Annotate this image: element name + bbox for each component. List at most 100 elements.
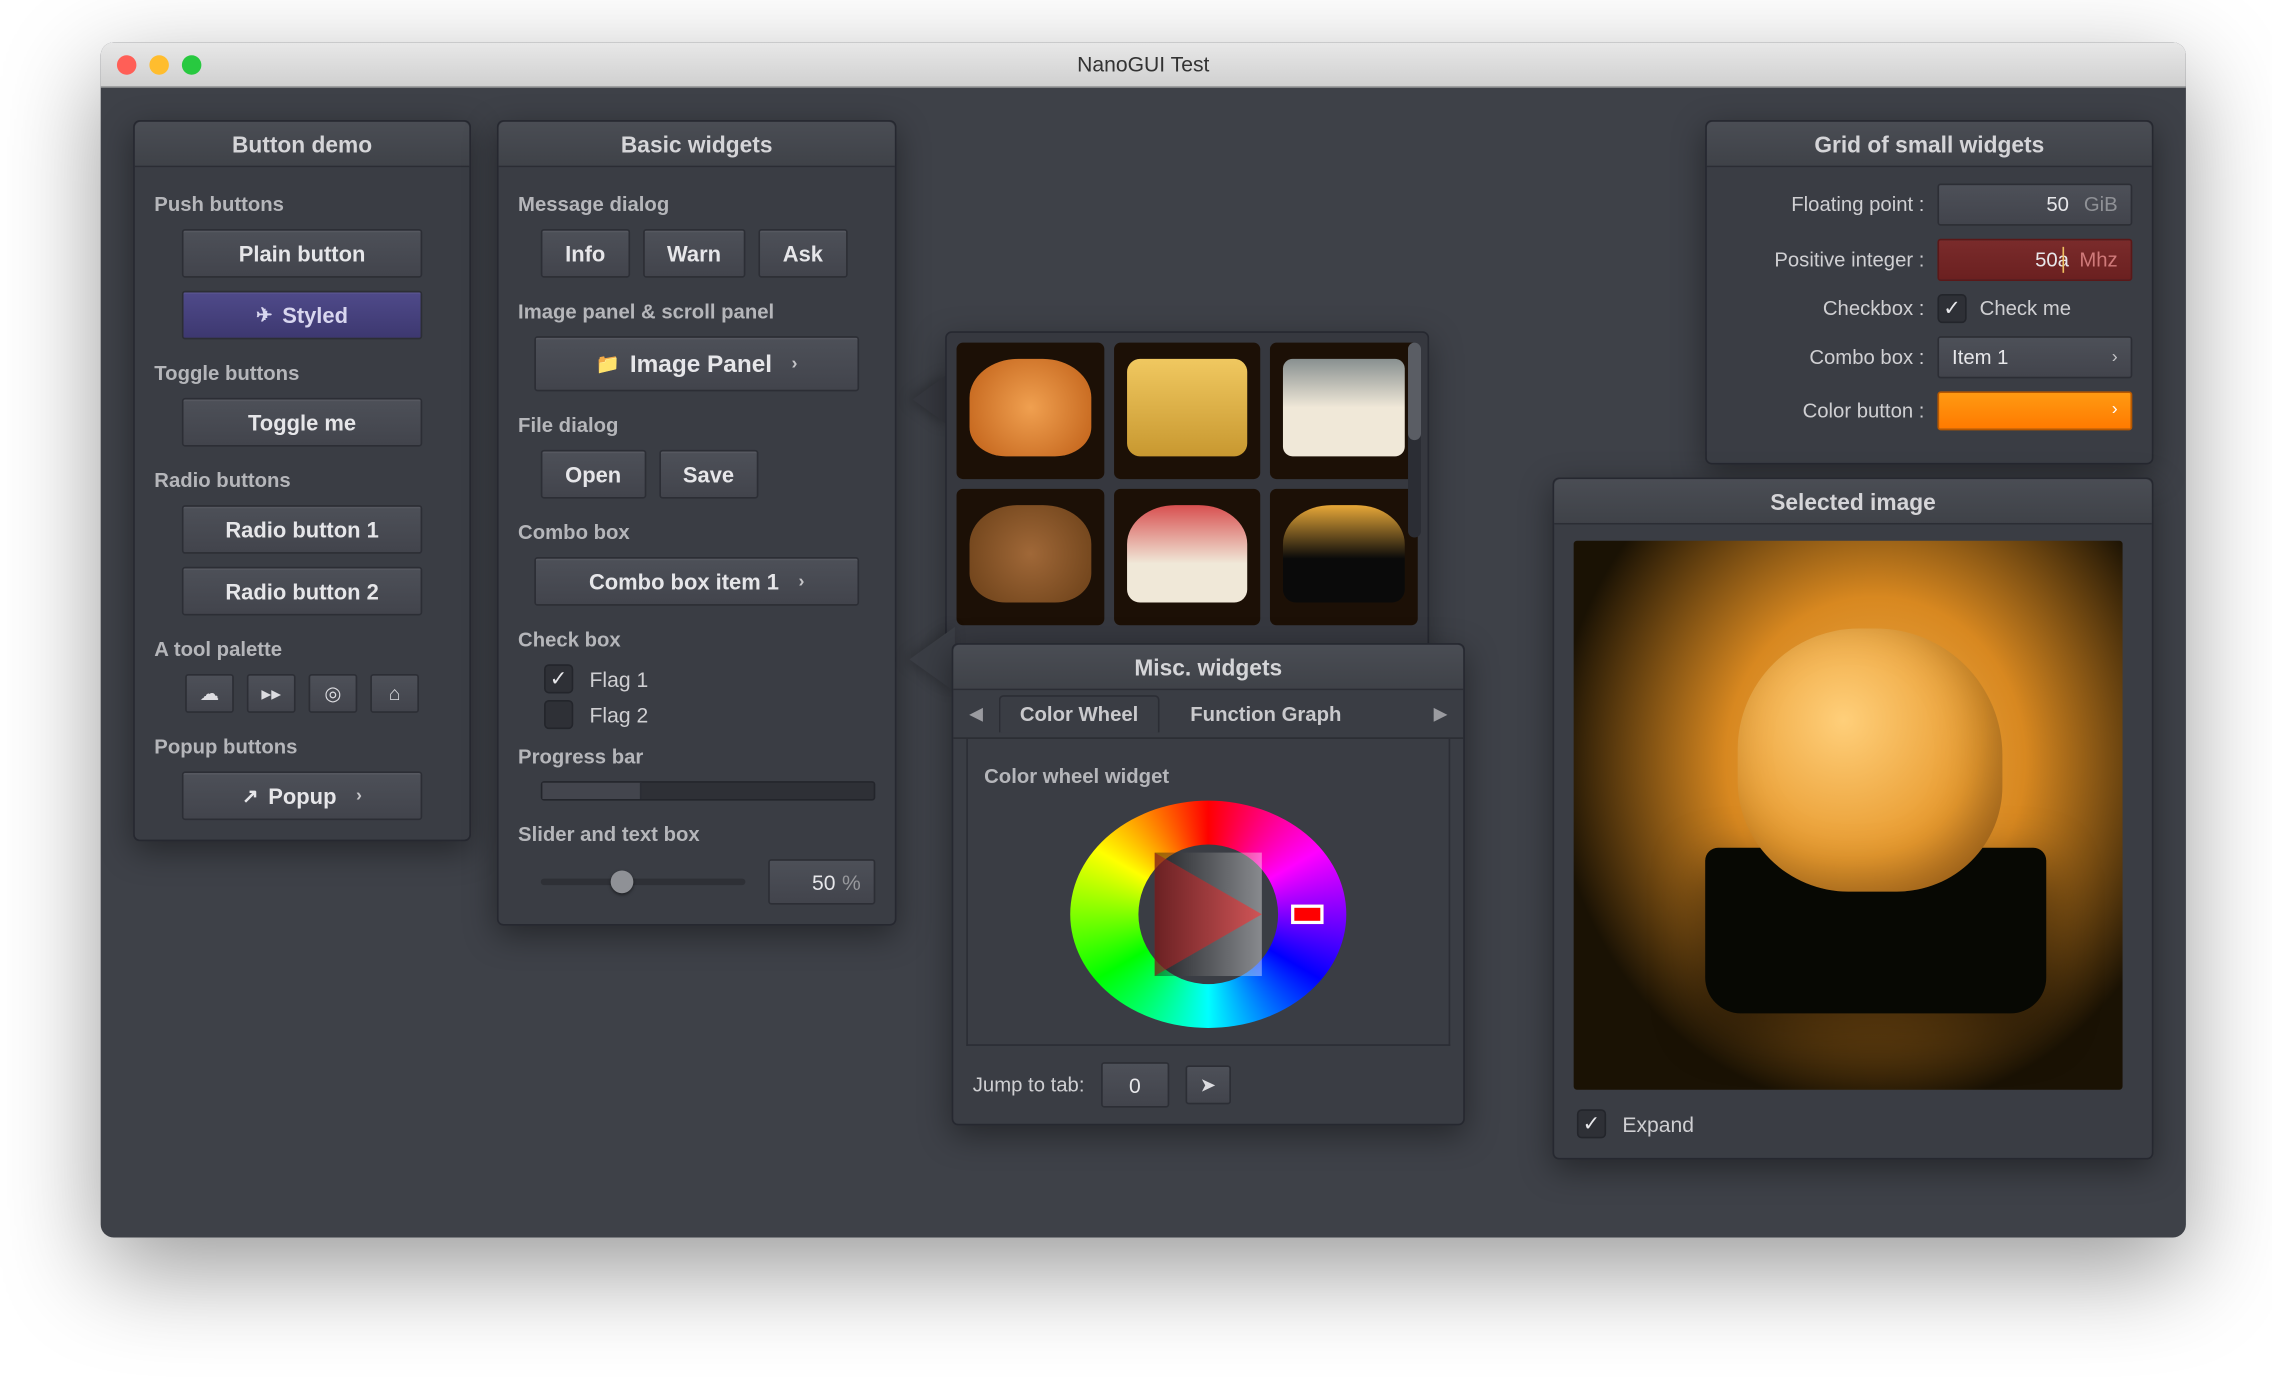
slider-knob[interactable] (611, 870, 634, 893)
folder-icon: 📁 (596, 352, 620, 375)
panel-title: Grid of small widgets (1707, 122, 2152, 167)
label-toggle-buttons: Toggle buttons (154, 362, 450, 385)
label-color-wheel: Color wheel widget (984, 765, 1432, 788)
tab-function-graph[interactable]: Function Graph (1169, 695, 1362, 732)
panel-basic-widgets[interactable]: Basic widgets Message dialog Info Warn A… (497, 120, 897, 926)
progress-bar (541, 781, 876, 800)
panel-title: Misc. widgets (953, 645, 1463, 690)
label-slider: Slider and text box (518, 823, 875, 846)
titlebar[interactable]: NanoGUI Test (101, 42, 2186, 87)
label-combo: Combo box : (1726, 346, 1924, 369)
checkbox-flag2[interactable]: Flag 2 (544, 700, 875, 729)
save-button[interactable]: Save (659, 450, 759, 499)
tab-next-icon[interactable]: ▶ (1427, 703, 1453, 724)
tab-color-wheel[interactable]: Color Wheel (999, 695, 1160, 732)
checkbox-checkme[interactable]: ✓Check me (1937, 294, 2132, 323)
float-input[interactable]: 50GiB (1937, 184, 2132, 226)
image-panel-button[interactable]: 📁Image Panel› (534, 336, 859, 391)
label-floating-point: Floating point : (1726, 193, 1924, 216)
open-button[interactable]: Open (541, 450, 646, 499)
info-button[interactable]: Info (541, 229, 630, 278)
label-file-dialog: File dialog (518, 414, 875, 437)
panel-button-demo[interactable]: Button demo Push buttons Plain button ✈S… (133, 120, 471, 841)
minimize-icon[interactable] (149, 54, 168, 73)
image-thumb[interactable] (1114, 489, 1261, 625)
styled-button[interactable]: ✈Styled (182, 291, 422, 340)
label-tool-palette: A tool palette (154, 638, 450, 661)
label-image-panel: Image panel & scroll panel (518, 300, 875, 323)
label-progress-bar: Progress bar (518, 745, 875, 768)
chevron-right-icon: › (356, 786, 362, 805)
install-icon: ⌂ (389, 682, 401, 705)
checkbox-flag1[interactable]: ✓Flag 1 (544, 664, 875, 693)
popup-arrow-icon (913, 374, 949, 426)
tab-bar: ◀ Color Wheel Function Graph ▶ (953, 690, 1463, 739)
window-title: NanoGUI Test (101, 52, 2186, 76)
label-jump-to-tab: Jump to tab: (973, 1073, 1085, 1096)
plain-button[interactable]: Plain button (182, 229, 422, 278)
radio-button-1[interactable]: Radio button 1 (182, 505, 422, 554)
radio-button-2[interactable]: Radio button 2 (182, 567, 422, 616)
jump-go-button[interactable]: ➤ (1185, 1065, 1230, 1104)
slider-textbox[interactable]: 50% (768, 859, 875, 904)
color-button[interactable]: › (1937, 391, 2132, 430)
tab-prev-icon[interactable]: ◀ (963, 703, 989, 724)
ask-button[interactable]: Ask (758, 229, 847, 278)
panel-grid-widgets[interactable]: Grid of small widgets Floating point : 5… (1705, 120, 2153, 464)
app-window: NanoGUI Test Button demo Push buttons Pl… (101, 42, 2186, 1237)
toggle-button[interactable]: Toggle me (182, 398, 422, 447)
popup-button[interactable]: ↗Popup› (182, 771, 422, 820)
image-thumb[interactable] (957, 343, 1104, 479)
label-push-buttons: Push buttons (154, 193, 450, 216)
jump-tab-input[interactable]: 0 (1101, 1062, 1169, 1107)
tool-compass-button[interactable]: ◎ (309, 674, 358, 713)
combo-select[interactable]: Item 1› (1937, 336, 2132, 378)
cloud-icon: ☁ (200, 682, 219, 705)
slider[interactable] (541, 879, 746, 885)
tool-install-button[interactable]: ⌂ (370, 674, 419, 713)
progress-fill (542, 783, 641, 799)
compass-icon: ◎ (324, 682, 341, 705)
panel-title: Button demo (135, 122, 470, 167)
image-thumb[interactable] (1271, 343, 1418, 479)
image-panel-popup (945, 331, 1429, 653)
scrollbar[interactable] (1408, 343, 1421, 538)
image-thumb[interactable] (1114, 343, 1261, 479)
label-message-dialog: Message dialog (518, 193, 875, 216)
label-positive-integer: Positive integer : (1726, 248, 1924, 271)
scrollbar-thumb[interactable] (1408, 343, 1421, 440)
label-check-box: Check box (518, 628, 875, 651)
tool-ff-button[interactable]: ▸▸ (247, 674, 296, 713)
rocket-icon: ✈ (256, 304, 272, 327)
label-radio-buttons: Radio buttons (154, 469, 450, 492)
label-color-button: Color button : (1726, 400, 1924, 423)
fast-forward-icon: ▸▸ (261, 682, 281, 705)
panel-title: Selected image (1554, 479, 2152, 524)
arrow-right-icon: ➤ (1200, 1073, 1216, 1096)
close-icon[interactable] (117, 54, 136, 73)
label-checkbox: Checkbox : (1726, 297, 1924, 320)
panel-title: Basic widgets (499, 122, 895, 167)
label-popup-buttons: Popup buttons (154, 736, 450, 759)
warn-button[interactable]: Warn (643, 229, 746, 278)
image-thumb[interactable] (1271, 489, 1418, 625)
panel-misc-widgets[interactable]: Misc. widgets ◀ Color Wheel Function Gra… (952, 643, 1465, 1125)
int-input[interactable]: 50aMhz (1937, 239, 2132, 281)
combo-box[interactable]: Combo box item 1› (534, 557, 859, 606)
chevron-right-icon: › (2112, 348, 2118, 367)
share-icon: ↗ (242, 784, 258, 807)
chevron-right-icon: › (2112, 400, 2118, 419)
selected-image-view[interactable] (1574, 541, 2123, 1090)
color-picker-handle[interactable] (1291, 905, 1323, 924)
checkbox-box: ✓ (544, 664, 573, 693)
combo-arrow-icon (909, 627, 954, 692)
checkbox-expand[interactable]: ✓Expand (1577, 1109, 2132, 1138)
color-wheel[interactable] (1070, 801, 1346, 1028)
tool-cloud-button[interactable]: ☁ (185, 674, 234, 713)
chevron-right-icon: › (798, 572, 804, 591)
chevron-right-icon: › (792, 354, 798, 373)
image-thumb[interactable] (957, 489, 1104, 625)
checkbox-box (544, 700, 573, 729)
panel-selected-image[interactable]: Selected image ✓Expand (1553, 477, 2154, 1159)
zoom-icon[interactable] (182, 54, 201, 73)
